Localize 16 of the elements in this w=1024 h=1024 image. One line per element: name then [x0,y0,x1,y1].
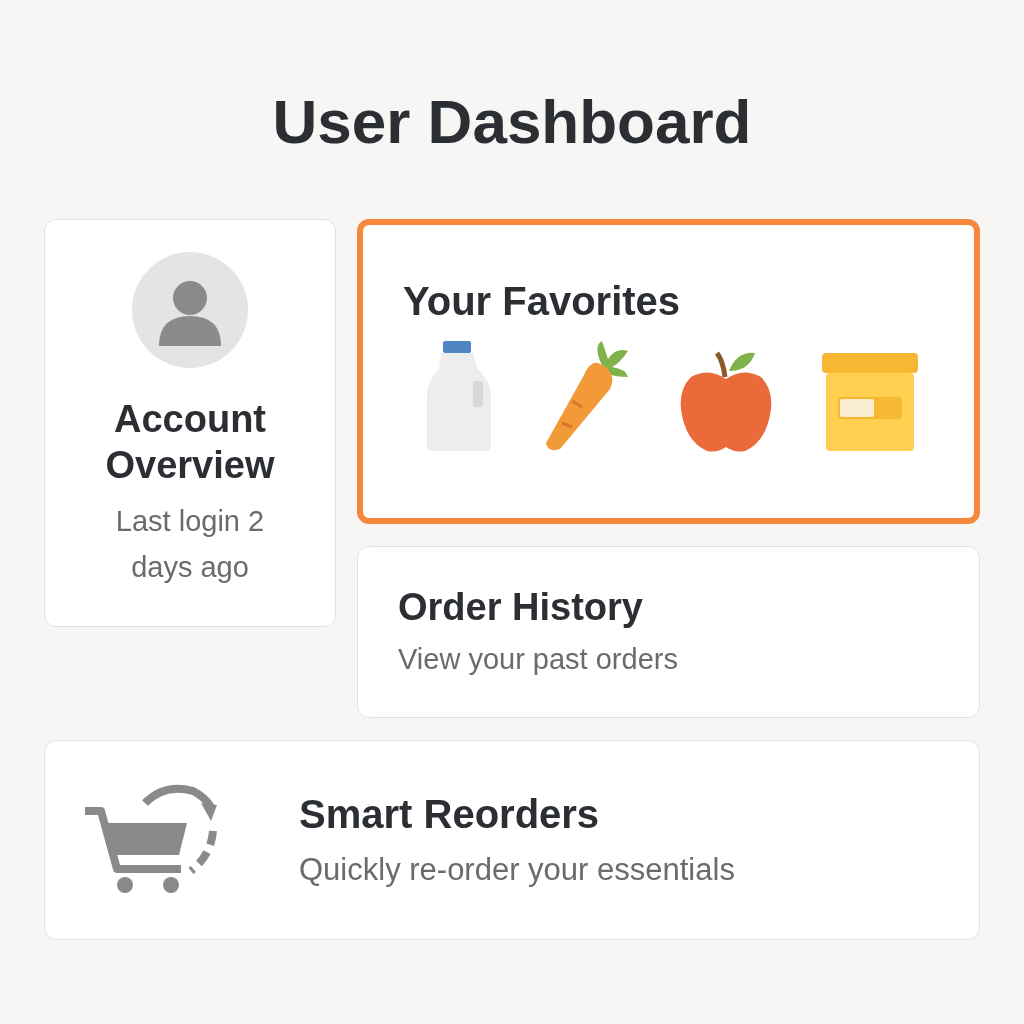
order-history-title: Order History [398,585,644,630]
favorites-card[interactable]: Your Favorites [357,219,980,524]
order-history-card[interactable]: Order History View your past orders [357,546,980,718]
apple-icon [679,349,773,453]
jar-icon [822,353,918,453]
account-title: Account Overview [104,397,276,488]
milk-jug-icon [425,341,493,453]
favorites-title: Your Favorites [403,278,682,325]
page-title: User Dashboard [272,86,752,158]
avatar-icon [132,252,248,368]
smart-reorders-title: Smart Reorders [299,791,601,838]
last-login-text: Last login 2 days ago [115,504,265,585]
smart-reorders-text: Quickly re-order your essentials [299,851,735,889]
smart-reorders-card[interactable]: Smart Reorders Quickly re-order your essentials [44,740,980,940]
account-card[interactable]: Account Overview Last login 2 days ago [44,219,336,627]
order-history-text: View your past orders [398,642,679,677]
